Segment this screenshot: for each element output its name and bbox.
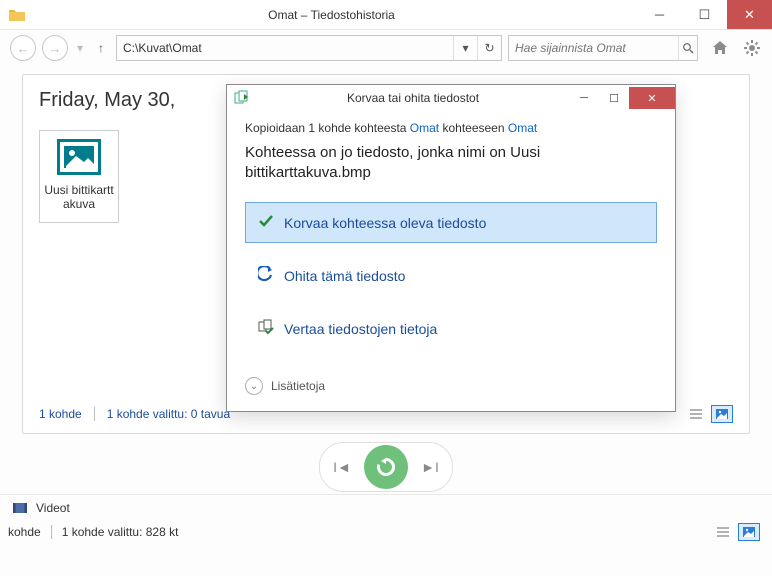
search-icon[interactable] — [678, 36, 697, 60]
skip-action-label: Ohita tämä tiedosto — [284, 268, 405, 284]
replace-skip-dialog: Korvaa tai ohita tiedostot ─ ☐ ✕ Kopioid… — [226, 84, 676, 412]
main-titlebar: Omat – Tiedostohistoria ─ ☐ ✕ — [0, 0, 772, 30]
footer-view-toggle — [712, 523, 760, 541]
dialog-actions: Korvaa kohteessa oleva tiedosto Ohita tä… — [245, 202, 657, 349]
compare-action[interactable]: Vertaa tiedostojen tietoja — [245, 308, 657, 349]
dialog-maximize-button[interactable]: ☐ — [599, 87, 629, 109]
file-item[interactable]: Uusi bittikarttakuva — [39, 130, 119, 223]
checkmark-icon — [258, 213, 274, 232]
copy-operation-icon — [233, 89, 251, 107]
minimize-button[interactable]: ─ — [637, 0, 682, 29]
video-icon — [12, 501, 28, 515]
next-button[interactable]: ►I — [418, 455, 442, 479]
playback-controls: I◄ ►I — [0, 440, 772, 494]
address-bar[interactable]: C:\Kuvat\Omat ▾ ↻ — [116, 35, 502, 61]
playback-pill: I◄ ►I — [319, 442, 453, 492]
status-separator — [94, 407, 95, 421]
dialog-minimize-button[interactable]: ─ — [569, 87, 599, 109]
footer-status-bar: kohde 1 kohde valittu: 828 kt — [0, 520, 772, 547]
history-dropdown[interactable]: ▾ — [74, 41, 86, 55]
replace-action-label: Korvaa kohteessa oleva tiedosto — [284, 215, 486, 231]
prev-button[interactable]: I◄ — [330, 455, 354, 479]
footer-selection: 1 kohde valittu: 828 kt — [62, 525, 179, 539]
address-dropdown[interactable]: ▾ — [453, 36, 477, 60]
folder-icon — [8, 6, 26, 24]
home-icon[interactable] — [710, 38, 730, 58]
view-toggle — [685, 405, 733, 423]
search-box[interactable] — [508, 35, 698, 61]
footer-item-count: kohde — [8, 525, 41, 539]
window-controls: ─ ☐ ✕ — [637, 0, 772, 29]
more-details-label: Lisätietoja — [271, 379, 325, 393]
forward-button[interactable]: → — [42, 35, 68, 61]
footer-details-view-button[interactable] — [712, 523, 734, 541]
restore-button[interactable] — [364, 445, 408, 489]
gear-icon[interactable] — [742, 38, 762, 58]
dialog-titlebar: Korvaa tai ohita tiedostot ─ ☐ ✕ — [227, 85, 675, 111]
dialog-window-controls: ─ ☐ ✕ — [569, 87, 675, 109]
crumb-prefix: Kopioidaan 1 kohde kohteesta — [245, 121, 410, 135]
crumb-middle: kohteeseen — [439, 121, 508, 135]
refresh-button[interactable]: ↻ — [477, 36, 501, 60]
compare-icon — [258, 319, 274, 338]
skip-arrow-icon — [258, 266, 274, 285]
dialog-crumb: Kopioidaan 1 kohde kohteesta Omat kohtee… — [245, 121, 657, 135]
details-view-button[interactable] — [685, 405, 707, 423]
up-button[interactable]: ↑ — [92, 41, 110, 55]
location-row: Videot — [0, 494, 772, 520]
crumb-source-link[interactable]: Omat — [410, 121, 439, 135]
close-button[interactable]: ✕ — [727, 0, 772, 29]
compare-action-label: Vertaa tiedostojen tietoja — [284, 321, 437, 337]
dialog-title: Korvaa tai ohita tiedostot — [257, 91, 569, 105]
toolbar: ← → ▾ ↑ C:\Kuvat\Omat ▾ ↻ — [0, 30, 772, 66]
window-title: Omat – Tiedostohistoria — [268, 8, 395, 22]
footer-separator — [51, 525, 52, 539]
skip-action[interactable]: Ohita tämä tiedosto — [245, 255, 657, 296]
search-input[interactable] — [509, 41, 678, 55]
image-icon — [57, 139, 101, 175]
crumb-dest-link[interactable]: Omat — [508, 121, 537, 135]
thumbnails-view-button[interactable] — [711, 405, 733, 423]
status-selection: 1 kohde valittu: 0 tavua — [107, 407, 230, 421]
back-button[interactable]: ← — [10, 35, 36, 61]
address-text[interactable]: C:\Kuvat\Omat — [117, 41, 453, 55]
dialog-message: Kohteessa on jo tiedosto, jonka nimi on … — [245, 143, 657, 182]
file-label: Uusi bittikarttakuva — [44, 183, 114, 212]
replace-action[interactable]: Korvaa kohteessa oleva tiedosto — [245, 202, 657, 243]
maximize-button[interactable]: ☐ — [682, 0, 727, 29]
footer-thumbnails-view-button[interactable] — [738, 523, 760, 541]
dialog-body: Kopioidaan 1 kohde kohteesta Omat kohtee… — [227, 111, 675, 411]
location-label[interactable]: Videot — [36, 501, 70, 515]
dialog-close-button[interactable]: ✕ — [629, 87, 675, 109]
chevron-down-icon: ⌄ — [245, 377, 263, 395]
more-details[interactable]: ⌄ Lisätietoja — [245, 377, 657, 395]
status-item-count: 1 kohde — [39, 407, 82, 421]
